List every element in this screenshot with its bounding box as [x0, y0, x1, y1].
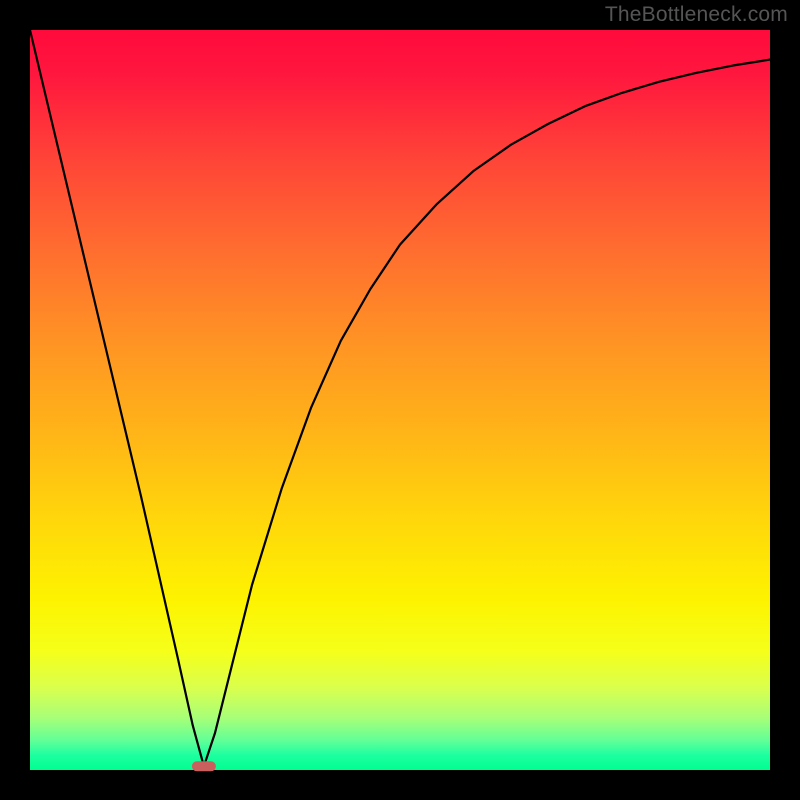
optimum-marker [192, 761, 216, 771]
bottleneck-curve [30, 30, 770, 766]
plot-area [30, 30, 770, 770]
chart-frame: TheBottleneck.com [0, 0, 800, 800]
watermark-text: TheBottleneck.com [605, 3, 788, 27]
curve-svg [30, 30, 770, 770]
